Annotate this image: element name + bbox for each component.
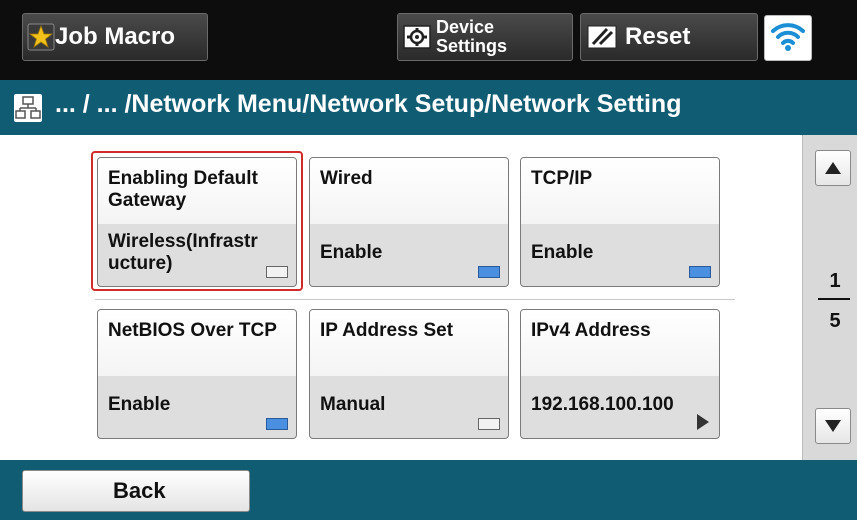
tile-title: IP Address Set xyxy=(310,310,508,376)
triangle-up-icon xyxy=(825,162,841,174)
chevron-right-icon xyxy=(697,414,709,430)
setting-tile-tcp-ip[interactable]: TCP/IP Enable xyxy=(520,157,720,287)
star-icon xyxy=(27,23,55,51)
job-macro-label: Job Macro xyxy=(55,23,176,50)
indicator-on-icon xyxy=(478,266,500,278)
reset-button[interactable]: Reset xyxy=(580,13,758,61)
reset-label: Reset xyxy=(625,23,691,50)
indicator-on-icon xyxy=(266,418,288,430)
setting-tile-wired[interactable]: Wired Enable xyxy=(309,157,509,287)
setting-tile-ip-address-set[interactable]: IP Address Set Manual xyxy=(309,309,509,439)
page-current: 1 xyxy=(829,270,841,292)
breadcrumb: ... / ... /Network Menu/Network Setup/Ne… xyxy=(0,80,857,135)
wifi-status-button[interactable] xyxy=(764,15,812,61)
setting-tile-ipv4-address[interactable]: IPv4 Address 192.168.100.100 xyxy=(520,309,720,439)
indicator-on-icon xyxy=(689,266,711,278)
tile-title: IPv4 Address xyxy=(521,310,719,376)
reset-icon xyxy=(587,24,617,50)
setting-tile-netbios-over-tcp[interactable]: NetBIOS Over TCP Enable xyxy=(97,309,297,439)
selection-highlight xyxy=(91,151,303,291)
scroll-up-button[interactable] xyxy=(815,150,851,186)
network-icon xyxy=(14,94,42,122)
tile-value: Manual xyxy=(320,394,386,415)
device-settings-icon xyxy=(402,22,432,52)
triangle-down-icon xyxy=(825,420,841,432)
back-label: Back xyxy=(113,478,166,503)
indicator-off-icon xyxy=(478,418,500,430)
device-settings-line1: Device xyxy=(436,17,495,37)
scroll-down-button[interactable] xyxy=(815,408,851,444)
tile-title: Wired xyxy=(310,158,508,224)
tile-value: 192.168.100.100 xyxy=(531,394,674,415)
tile-title: TCP/IP xyxy=(521,158,719,224)
bottom-bar: Back xyxy=(0,460,857,520)
page-total: 5 xyxy=(829,310,841,332)
tile-value: Enable xyxy=(108,394,171,415)
row-divider xyxy=(95,299,735,300)
wifi-icon xyxy=(770,19,806,58)
job-macro-button[interactable]: Job Macro xyxy=(22,13,208,61)
back-button[interactable]: Back xyxy=(22,470,250,512)
device-settings-button[interactable]: Device Settings xyxy=(397,13,573,61)
device-settings-line2: Settings xyxy=(436,36,508,56)
page-divider xyxy=(818,298,850,300)
tile-value: Enable xyxy=(320,242,383,263)
tile-title: NetBIOS Over TCP xyxy=(98,310,296,376)
tile-value: Enable xyxy=(531,242,594,263)
device-settings-label: Device Settings xyxy=(436,18,507,56)
breadcrumb-path: ... / ... /Network Menu/Network Setup/Ne… xyxy=(55,90,682,118)
top-toolbar: Job Macro Device Settings Reset xyxy=(0,0,857,80)
